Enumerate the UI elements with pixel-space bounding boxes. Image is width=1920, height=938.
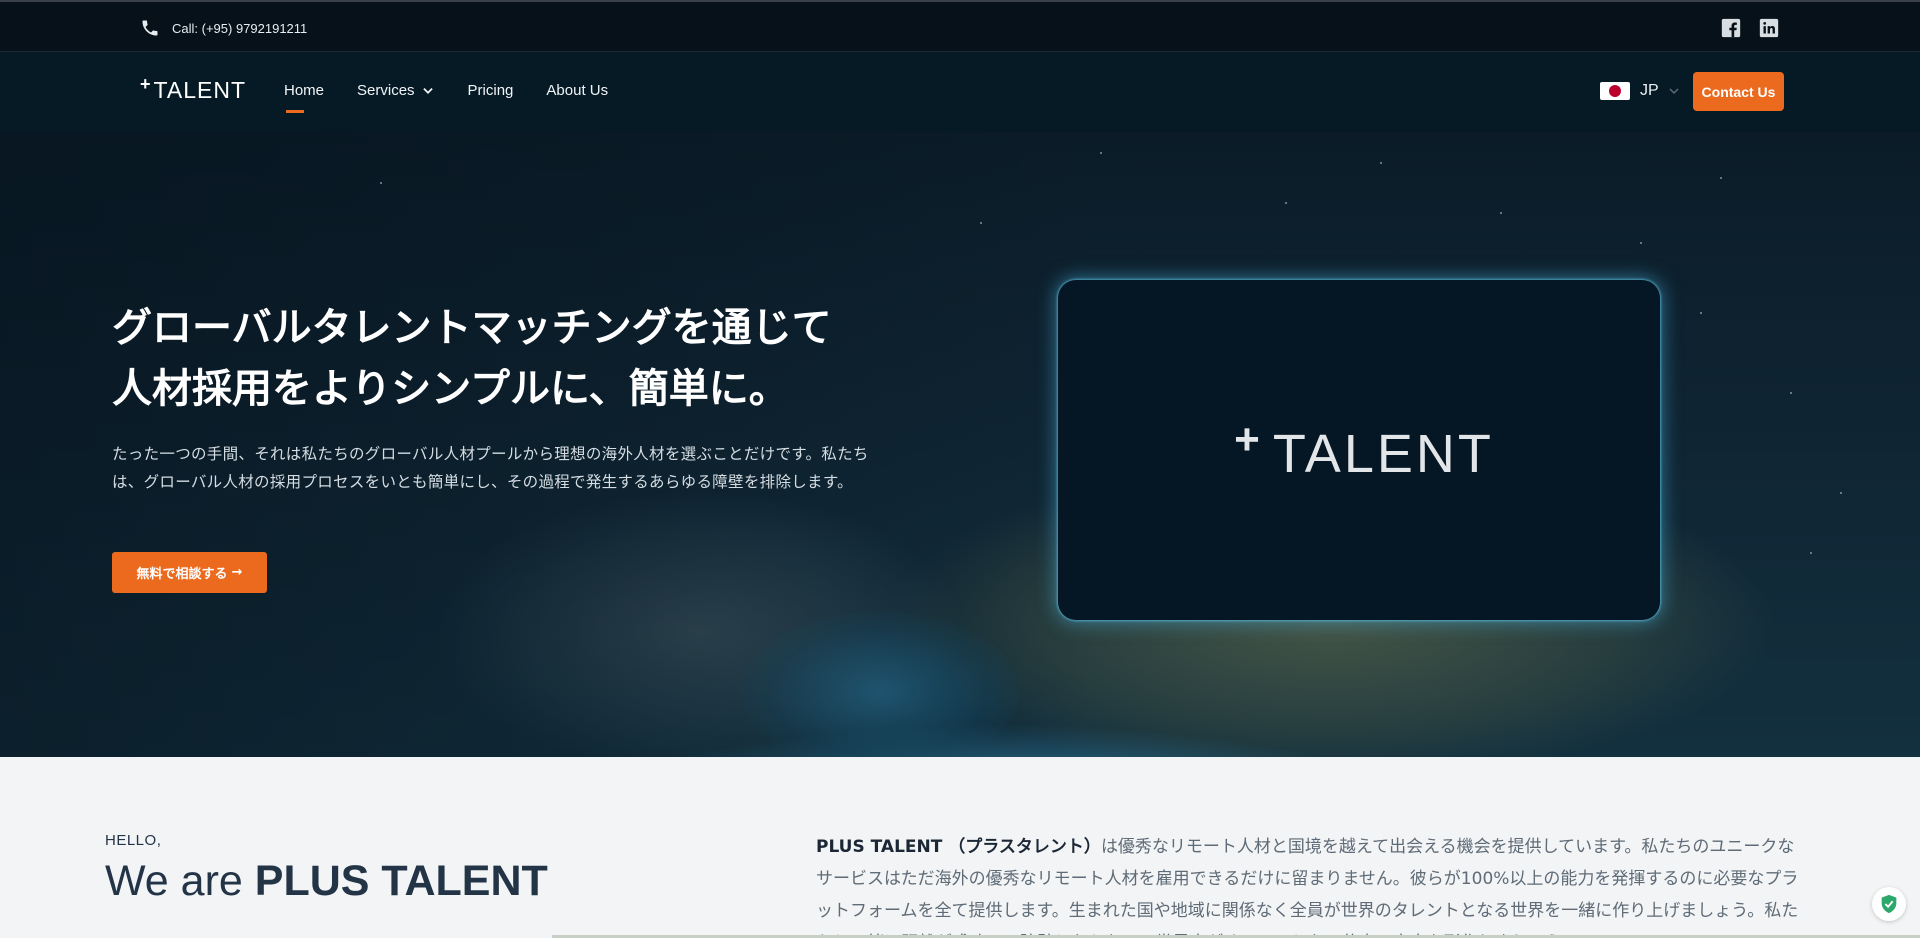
about-heading-prefix: We are bbox=[105, 857, 255, 905]
hero-section: グローバルタレントマッチングを通じて 人材採用をよりシンプルに、簡単に。 たった… bbox=[0, 132, 1920, 757]
about-section: HELLO, We are PLUS TALENT PLUS TALENT （プ… bbox=[0, 757, 1920, 938]
logo-plus: + bbox=[140, 74, 152, 94]
language-selector[interactable]: JP bbox=[1600, 82, 1679, 100]
brand-card: + TALENT bbox=[1058, 280, 1660, 620]
hero-title-line2: 人材採用をよりシンプルに、簡単に。 bbox=[112, 366, 789, 412]
logo-text: TALENT bbox=[153, 77, 246, 103]
about-heading: We are PLUS TALENT bbox=[105, 857, 548, 906]
about-description-bold: PLUS TALENT （プラスタレント） bbox=[816, 837, 1101, 857]
nav-item-label: Home bbox=[284, 82, 325, 99]
nav-item-label: Pricing bbox=[467, 82, 514, 99]
nav-item-label: Services bbox=[357, 82, 415, 99]
contact-us-button[interactable]: Contact Us bbox=[1693, 72, 1784, 111]
nav-item-label: About Us bbox=[546, 82, 609, 99]
nav-item-home[interactable]: Home bbox=[284, 82, 325, 113]
japan-flag-icon bbox=[1600, 82, 1630, 100]
card-logo-plus: + bbox=[1234, 415, 1263, 464]
nav-item-services[interactable]: Services bbox=[357, 82, 435, 99]
caret-down-icon bbox=[1669, 88, 1679, 95]
nav-item-about-us[interactable]: About Us bbox=[546, 82, 608, 99]
facebook-icon[interactable] bbox=[1720, 17, 1742, 39]
phone-icon bbox=[142, 20, 158, 36]
security-shield-badge[interactable] bbox=[1872, 887, 1906, 921]
linkedin-icon[interactable] bbox=[1758, 17, 1780, 39]
logo[interactable]: + TALENT bbox=[140, 74, 246, 104]
phone-number: Call: (+95) 9792191211 bbox=[172, 20, 308, 36]
chevron-down-icon bbox=[422, 87, 433, 94]
hero-lead: たった一つの手間、それは私たちのグローバル人材プールから理想の海外人材を選ぶこと… bbox=[112, 445, 869, 491]
cta-label: 無料で相談する bbox=[136, 567, 228, 582]
social-links bbox=[1720, 17, 1780, 39]
language-code: JP bbox=[1640, 82, 1659, 99]
shield-check-icon bbox=[1881, 894, 1897, 914]
main-nav: + TALENT Home Services Pricing About Us … bbox=[0, 52, 1920, 132]
top-bar: Call: (+95) 9792191211 bbox=[0, 0, 1920, 52]
card-logo-text: TALENT bbox=[1272, 424, 1494, 484]
hello-label: HELLO, bbox=[105, 832, 162, 849]
hero-title-line1: グローバルタレントマッチングを通じて bbox=[112, 305, 832, 351]
about-description: PLUS TALENT （プラスタレント）は優秀なリモート人材と国境を越えて出会… bbox=[816, 831, 1801, 938]
card-logo: + TALENT bbox=[1234, 415, 1494, 485]
free-consultation-button[interactable]: 無料で相談する → bbox=[112, 552, 267, 593]
nav-menu: Home Services Pricing About Us bbox=[284, 82, 641, 113]
phone-contact[interactable]: Call: (+95) 9792191211 bbox=[140, 18, 307, 38]
hero-title: グローバルタレントマッチングを通じて 人材採用をよりシンプルに、簡単に。 bbox=[112, 298, 892, 420]
about-heading-name: PLUS TALENT bbox=[254, 857, 548, 905]
arrow-right-icon: → bbox=[231, 565, 243, 580]
nav-item-pricing[interactable]: Pricing bbox=[468, 82, 514, 99]
